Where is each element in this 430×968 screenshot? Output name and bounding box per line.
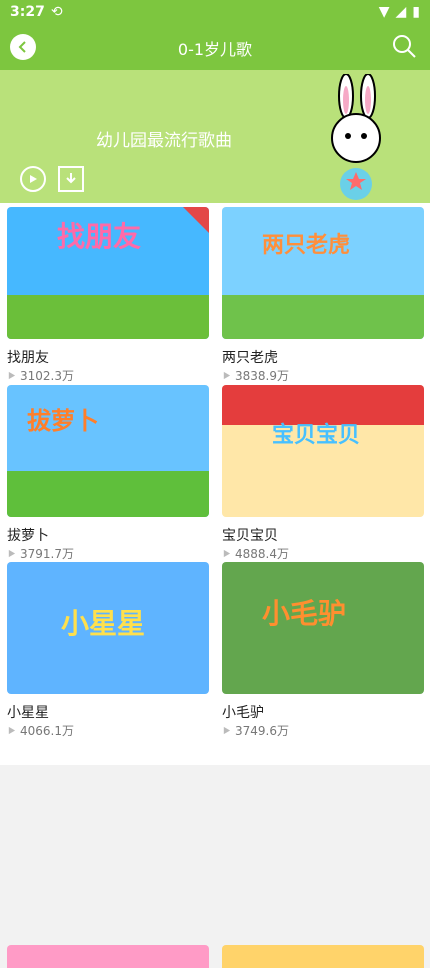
song-plays: 3102.3万	[7, 367, 74, 384]
status-icons: ▼ ◢ ▮	[379, 4, 420, 20]
song-plays-value: 3791.7万	[20, 547, 74, 561]
song-thumbnail[interactable]: 找朋友	[7, 207, 209, 339]
song-title: 拔萝卜	[7, 528, 49, 544]
play-count-icon	[8, 549, 16, 558]
wifi-icon: ▼	[378, 4, 390, 20]
song-plays: 3791.7万	[7, 545, 74, 562]
app-header: 0-1岁儿歌	[0, 24, 430, 70]
song-thumbnail[interactable]: 小毛驴	[222, 562, 424, 694]
song-card[interactable]: 两只老虎 两只老虎 3838.9万	[222, 207, 424, 383]
song-grid: 找朋友 找朋友 3102.3万 两只老虎 两只老虎 3838.9万 拔萝卜 拔萝…	[0, 203, 430, 968]
song-card[interactable]: 找朋友 找朋友 3102.3万	[7, 207, 209, 383]
song-plays: 4066.1万	[7, 722, 74, 739]
play-count-icon	[223, 726, 231, 735]
song-title: 两只老虎	[222, 350, 278, 366]
song-card[interactable]: 宝贝宝贝 宝贝宝贝 4888.4万	[222, 385, 424, 561]
play-icon	[30, 175, 37, 183]
battery-icon: ▮	[412, 4, 420, 20]
song-plays: 3749.6万	[222, 722, 289, 739]
status-time: 3:27	[10, 4, 45, 20]
song-card-partial[interactable]	[7, 945, 209, 968]
rabbit-mascot-illustration	[331, 74, 381, 200]
song-card[interactable]: 小毛驴 小毛驴 3749.6万	[222, 562, 424, 738]
song-card[interactable]: 拔萝卜 拔萝卜 3791.7万	[7, 385, 209, 561]
song-card[interactable]: 小星星 小星星 4066.1万	[7, 562, 209, 738]
status-bar: 3:27 ⟲ ▼ ◢ ▮	[0, 0, 430, 24]
song-plays-value: 3749.6万	[235, 724, 289, 738]
banner: 幼儿园最流行歌曲	[0, 70, 430, 203]
song-plays: 4888.4万	[222, 545, 289, 562]
song-title: 小毛驴	[222, 705, 264, 721]
banner-actions	[20, 166, 84, 192]
play-all-button[interactable]	[20, 166, 46, 192]
download-icon	[66, 173, 76, 184]
song-title: 宝贝宝贝	[222, 528, 278, 544]
play-count-icon	[8, 726, 16, 735]
signal-icon: ◢	[395, 4, 407, 20]
sync-icon: ⟲	[50, 4, 63, 20]
song-card-partial[interactable]	[222, 945, 424, 968]
song-thumbnail[interactable]: 两只老虎	[222, 207, 424, 339]
song-plays-value: 3102.3万	[20, 369, 74, 383]
search-button[interactable]	[390, 32, 418, 60]
page-title: 0-1岁儿歌	[177, 40, 253, 59]
thumb-title: 找朋友	[57, 220, 142, 253]
thumb-title: 小毛驴	[262, 597, 347, 630]
song-plays-value: 3838.9万	[235, 369, 289, 383]
play-count-icon	[223, 549, 231, 558]
search-icon	[393, 35, 416, 58]
thumb-title: 拔萝卜	[27, 407, 99, 435]
song-title: 找朋友	[7, 350, 49, 366]
thumb-title: 小星星	[61, 607, 146, 640]
play-count-icon	[223, 371, 231, 380]
new-badge	[183, 207, 209, 233]
song-thumbnail[interactable]: 拔萝卜	[7, 385, 209, 517]
play-count-icon	[8, 371, 16, 380]
song-plays: 3838.9万	[222, 367, 289, 384]
song-thumbnail[interactable]: 宝贝宝贝	[222, 385, 424, 517]
song-plays-value: 4066.1万	[20, 724, 74, 738]
download-button[interactable]	[58, 166, 84, 192]
thumb-title: 两只老虎	[262, 233, 351, 258]
song-plays-value: 4888.4万	[235, 547, 289, 561]
thumb-title: 宝贝宝贝	[272, 423, 361, 448]
song-title: 小星星	[7, 705, 49, 721]
song-thumbnail[interactable]: 小星星	[7, 562, 209, 694]
banner-slogan: 幼儿园最流行歌曲	[96, 131, 232, 151]
